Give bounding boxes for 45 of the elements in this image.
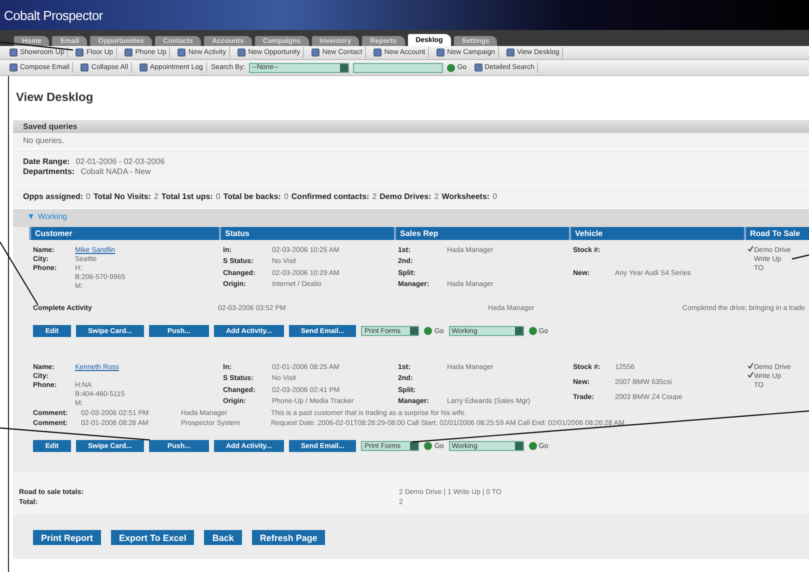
stat-value: 0 <box>216 192 220 202</box>
toolbar-icon <box>506 48 516 57</box>
filter-value: Cobalt NADA - New <box>80 167 151 177</box>
filter-label: Departments: <box>23 167 75 177</box>
toolbar-icon <box>237 48 246 57</box>
column-header: Status <box>219 227 394 240</box>
footer-button[interactable]: Export To Excel <box>111 530 194 545</box>
toolbar-icon <box>177 48 186 57</box>
toolbar-icon <box>75 48 84 57</box>
stat-value: 2 <box>372 192 377 202</box>
group-title: Working <box>38 212 68 221</box>
toolbar-icon <box>124 48 134 57</box>
toolbar-icon <box>373 48 382 57</box>
app-title: Cobalt Prospector <box>4 8 103 22</box>
column-header: Road To Sale <box>744 227 809 240</box>
stat-value: 2 <box>434 192 439 202</box>
column-header: Sales Rep <box>394 227 569 240</box>
section-header: Saved queries <box>13 120 809 133</box>
search-field[interactable] <box>353 62 444 72</box>
stat-label: Total No Visits: <box>93 192 151 202</box>
toolbar-icon <box>436 48 446 57</box>
filter-value: 02-01-2006 - 02-03-2006 <box>76 157 165 167</box>
stat-label: Confirmed contacts: <box>291 192 370 202</box>
footer-button[interactable]: Print Report <box>33 530 102 545</box>
column-header: Customer <box>29 227 219 240</box>
collapse-arrow-icon: ▼ <box>27 212 35 221</box>
stat-label: Total 1st ups: <box>161 192 213 202</box>
empty-message: No queries. <box>23 136 64 145</box>
stat-label: Opps assigned: <box>23 192 84 202</box>
stat-label: Total be backs: <box>223 192 281 202</box>
stat-value: 0 <box>86 192 90 202</box>
leader-line <box>792 254 809 260</box>
filter-label: Date Range: <box>23 157 70 167</box>
footer-button[interactable]: Refresh Page <box>252 530 326 545</box>
column-header: Vehicle <box>569 227 744 240</box>
footer-button[interactable]: Back <box>204 530 242 545</box>
toolbar-icon <box>311 48 320 57</box>
stat-label: Worksheets: <box>442 192 490 202</box>
stat-value: 0 <box>284 192 288 202</box>
toolbar-icon <box>9 48 18 57</box>
stat-value: 0 <box>492 192 498 202</box>
page-title: View Desklog <box>15 89 94 106</box>
check-icon <box>748 246 753 252</box>
stat-label: Demo Drives: <box>380 192 432 202</box>
stat-value: 2 <box>154 192 158 202</box>
